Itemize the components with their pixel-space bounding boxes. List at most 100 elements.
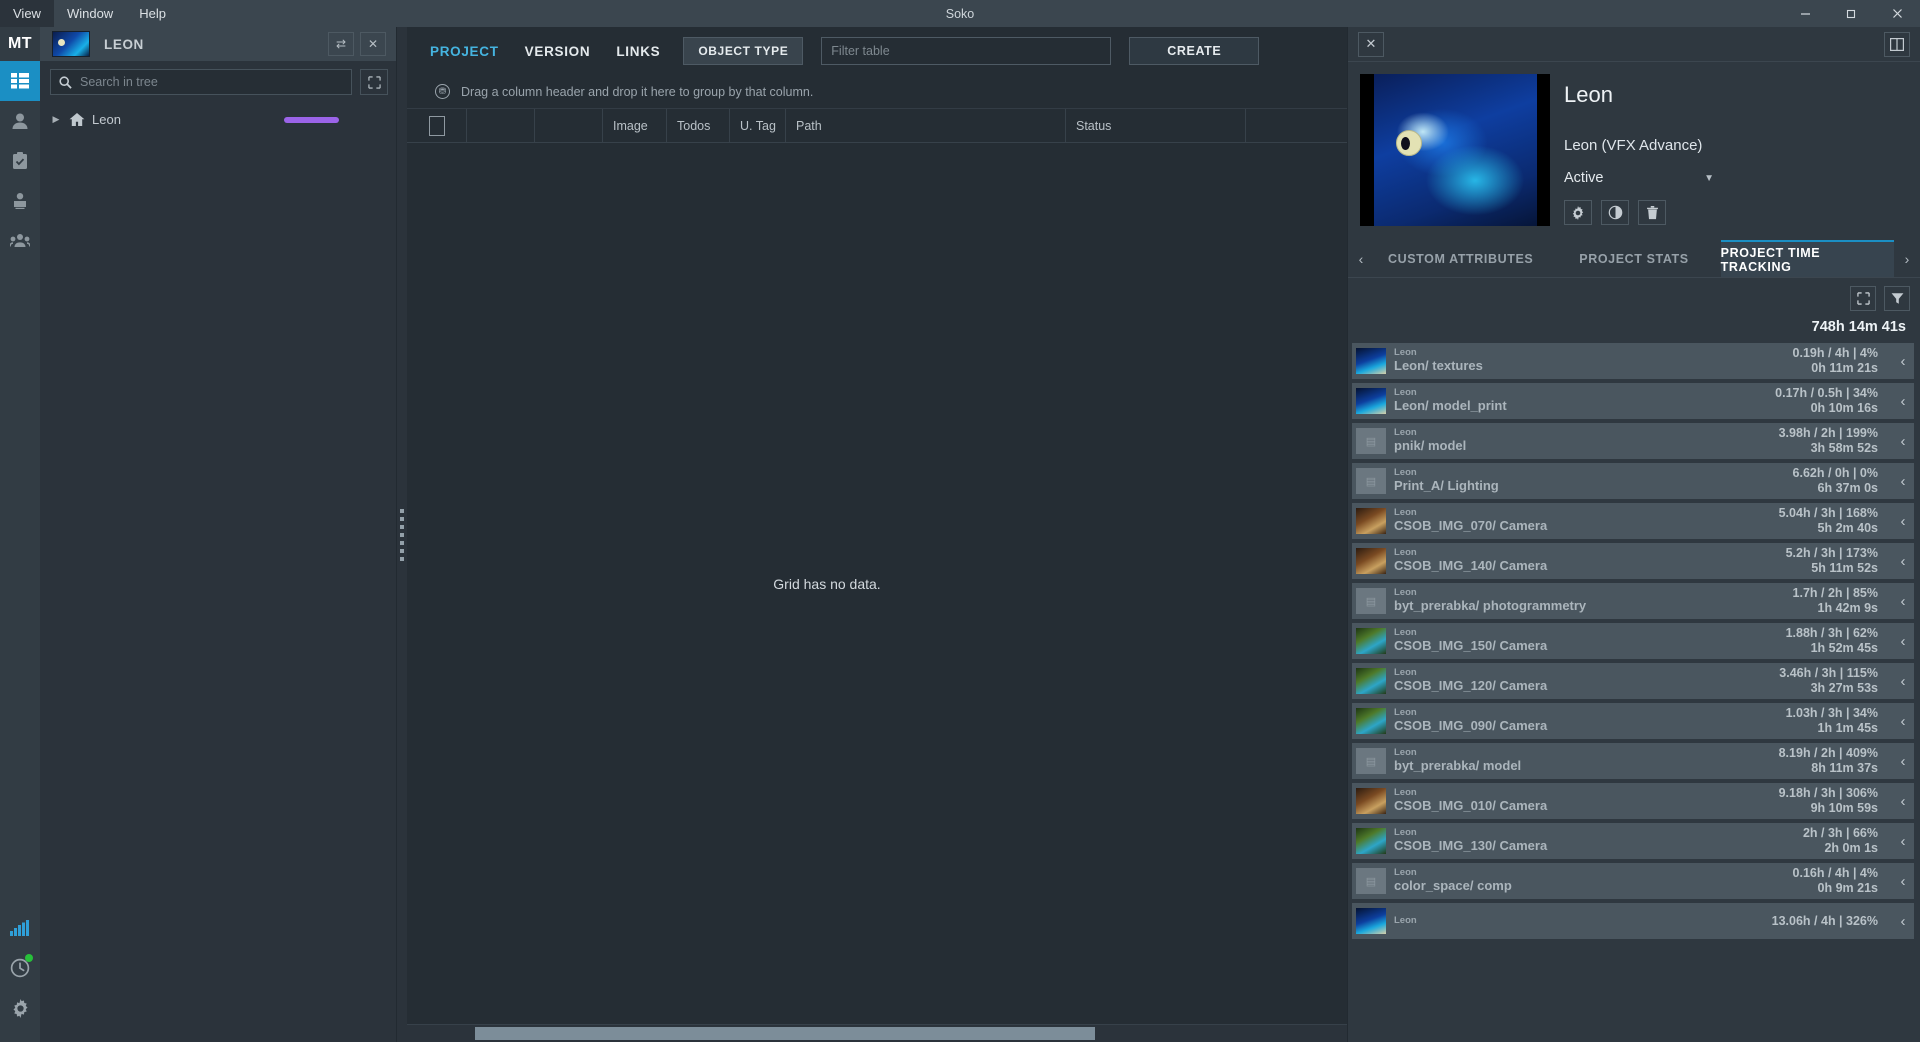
time-tracking-row[interactable]: LeonLeon/ textures0.19h / 4h | 4%0h 11m … bbox=[1352, 343, 1914, 379]
tab-project[interactable]: PROJECT bbox=[417, 44, 512, 59]
filter-table-input[interactable] bbox=[821, 37, 1111, 65]
sidebar-item-user[interactable] bbox=[0, 101, 40, 141]
row-thumbnail: ▤ bbox=[1356, 588, 1386, 614]
time-tracking-row[interactable]: LeonCSOB_IMG_090/ Camera1.03h / 3h | 34%… bbox=[1352, 703, 1914, 739]
close-project-button[interactable]: ✕ bbox=[360, 32, 386, 56]
row-expand-chevron-icon[interactable]: ‹ bbox=[1892, 473, 1914, 490]
row-time-summary: 8.19h / 2h | 409% bbox=[1779, 746, 1878, 761]
column-utag[interactable]: U. Tag bbox=[730, 109, 786, 142]
sidebar-item-time-tracker[interactable] bbox=[0, 948, 40, 988]
row-expand-chevron-icon[interactable]: ‹ bbox=[1892, 913, 1914, 930]
menu-view[interactable]: View bbox=[0, 0, 54, 27]
row-labels: LeonCSOB_IMG_130/ Camera bbox=[1394, 828, 1795, 854]
row-task-path: CSOB_IMG_150/ Camera bbox=[1394, 639, 1778, 654]
column-status[interactable]: Status bbox=[1066, 109, 1246, 142]
time-tracking-row[interactable]: LeonCSOB_IMG_010/ Camera9.18h / 3h | 306… bbox=[1352, 783, 1914, 819]
tab-links[interactable]: LINKS bbox=[603, 44, 673, 59]
row-expand-chevron-icon[interactable]: ‹ bbox=[1892, 433, 1914, 450]
time-tracking-row[interactable]: LeonLeon/ model_print0.17h / 0.5h | 34%0… bbox=[1352, 383, 1914, 419]
time-tracking-row[interactable]: ▤Leoncolor_space/ comp0.16h / 4h | 4%0h … bbox=[1352, 863, 1914, 899]
column-todos[interactable]: Todos bbox=[667, 109, 730, 142]
row-expand-chevron-icon[interactable]: ‹ bbox=[1892, 673, 1914, 690]
row-thumbnail bbox=[1356, 508, 1386, 534]
row-expand-chevron-icon[interactable]: ‹ bbox=[1892, 393, 1914, 410]
search-tree-input[interactable] bbox=[80, 75, 343, 89]
time-tracking-toolbar bbox=[1348, 278, 1920, 311]
object-type-button[interactable]: OBJECT TYPE bbox=[683, 37, 803, 65]
time-tracking-list[interactable]: LeonLeon/ textures0.19h / 4h | 4%0h 11m … bbox=[1348, 343, 1920, 1042]
time-tracking-row[interactable]: LeonCSOB_IMG_150/ Camera1.88h / 3h | 62%… bbox=[1352, 623, 1914, 659]
row-project-name: Leon bbox=[1394, 708, 1778, 719]
row-expand-chevron-icon[interactable]: ‹ bbox=[1892, 793, 1914, 810]
time-tracking-row[interactable]: LeonCSOB_IMG_070/ Camera5.04h / 3h | 168… bbox=[1352, 503, 1914, 539]
row-values: 1.03h / 3h | 34%1h 1m 45s bbox=[1786, 706, 1884, 736]
row-values: 1.88h / 3h | 62%1h 52m 45s bbox=[1786, 626, 1884, 656]
panel-splitter[interactable] bbox=[397, 27, 407, 1042]
maximize-icon[interactable] bbox=[1828, 0, 1874, 27]
column-path[interactable]: Path bbox=[786, 109, 1066, 142]
collapse-tree-button[interactable] bbox=[360, 69, 388, 95]
tab-version[interactable]: VERSION bbox=[512, 44, 604, 59]
time-tracking-row[interactable]: ▤Leonbyt_prerabka/ model8.19h / 2h | 409… bbox=[1352, 743, 1914, 779]
select-all-checkbox[interactable] bbox=[429, 116, 445, 136]
row-values: 3.46h / 3h | 115%3h 27m 53s bbox=[1779, 666, 1884, 696]
contrast-icon[interactable] bbox=[1601, 200, 1629, 225]
row-expand-chevron-icon[interactable]: ‹ bbox=[1892, 873, 1914, 890]
toggle-layout-button[interactable] bbox=[1884, 32, 1910, 57]
row-expand-chevron-icon[interactable]: ‹ bbox=[1892, 513, 1914, 530]
filter-button[interactable] bbox=[1884, 286, 1910, 311]
entity-status-select[interactable]: Active ▼ bbox=[1564, 170, 1714, 186]
tree-node-leon[interactable]: ▶ Leon bbox=[40, 107, 396, 132]
row-expand-chevron-icon[interactable]: ‹ bbox=[1892, 553, 1914, 570]
time-tracking-row[interactable]: ▤Leonbyt_prerabka/ photogrammetry1.7h / … bbox=[1352, 583, 1914, 619]
create-button[interactable]: CREATE bbox=[1129, 37, 1259, 65]
trash-icon[interactable] bbox=[1638, 200, 1666, 225]
row-expand-chevron-icon[interactable]: ‹ bbox=[1892, 753, 1914, 770]
row-expand-chevron-icon[interactable]: ‹ bbox=[1892, 713, 1914, 730]
column-image[interactable]: Image bbox=[603, 109, 667, 142]
time-tracking-row[interactable]: LeonCSOB_IMG_120/ Camera3.46h / 3h | 115… bbox=[1352, 663, 1914, 699]
time-tracking-row[interactable]: LeonCSOB_IMG_140/ Camera5.2h / 3h | 173%… bbox=[1352, 543, 1914, 579]
sidebar-item-tasks[interactable] bbox=[0, 141, 40, 181]
sidebar-item-person-badge[interactable] bbox=[0, 181, 40, 221]
column-select-all[interactable] bbox=[407, 109, 467, 142]
close-icon[interactable] bbox=[1874, 0, 1920, 27]
row-expand-chevron-icon[interactable]: ‹ bbox=[1892, 633, 1914, 650]
expand-all-button[interactable] bbox=[1850, 286, 1876, 311]
minimize-icon[interactable] bbox=[1782, 0, 1828, 27]
time-tracking-row[interactable]: LeonCSOB_IMG_130/ Camera2h / 3h | 66%2h … bbox=[1352, 823, 1914, 859]
switch-project-button[interactable]: ⇄ bbox=[328, 32, 354, 56]
close-detail-button[interactable]: ✕ bbox=[1358, 32, 1384, 57]
time-tracking-row[interactable]: Leon13.06h / 4h | 326%‹ bbox=[1352, 903, 1914, 939]
chevron-right-icon[interactable]: ▶ bbox=[50, 114, 62, 125]
clipboard-check-icon bbox=[12, 152, 28, 170]
settings-gear-icon[interactable] bbox=[1564, 200, 1592, 225]
row-duration: 1h 42m 9s bbox=[1793, 601, 1878, 616]
row-expand-chevron-icon[interactable]: ‹ bbox=[1892, 593, 1914, 610]
online-status-dot bbox=[25, 954, 33, 962]
grid-horizontal-scrollbar[interactable] bbox=[407, 1024, 1347, 1042]
tab-project-time-tracking[interactable]: PROJECT TIME TRACKING bbox=[1721, 240, 1894, 277]
entity-meta: Leon Leon (VFX Advance) Active ▼ bbox=[1564, 74, 1920, 226]
row-duration: 0h 11m 21s bbox=[1793, 361, 1878, 376]
time-tracking-row[interactable]: ▤LeonPrint_A/ Lighting6.62h / 0h | 0%6h … bbox=[1352, 463, 1914, 499]
menu-help[interactable]: Help bbox=[126, 0, 179, 27]
tab-custom-attributes[interactable]: CUSTOM ATTRIBUTES bbox=[1374, 240, 1547, 277]
scrollbar-thumb[interactable] bbox=[475, 1027, 1095, 1040]
sidebar-item-statistics[interactable] bbox=[0, 908, 40, 948]
time-tracking-row[interactable]: ▤Leonpnik/ model3.98h / 2h | 199%3h 58m … bbox=[1352, 423, 1914, 459]
group-by-dropzone[interactable]: ⛃ Drag a column header and drop it here … bbox=[407, 75, 1347, 109]
row-expand-chevron-icon[interactable]: ‹ bbox=[1892, 353, 1914, 370]
row-values: 0.19h / 4h | 4%0h 11m 21s bbox=[1793, 346, 1884, 376]
sidebar-item-group[interactable] bbox=[0, 221, 40, 261]
row-values: 0.16h / 4h | 4%0h 9m 21s bbox=[1793, 866, 1884, 896]
row-duration: 1h 1m 45s bbox=[1786, 721, 1878, 736]
tabs-scroll-right-icon[interactable]: › bbox=[1894, 240, 1920, 277]
tab-project-stats[interactable]: PROJECT STATS bbox=[1547, 240, 1720, 277]
menu-window[interactable]: Window bbox=[54, 0, 126, 27]
row-expand-chevron-icon[interactable]: ‹ bbox=[1892, 833, 1914, 850]
search-tree-box[interactable] bbox=[50, 69, 352, 95]
sidebar-item-settings[interactable] bbox=[0, 988, 40, 1028]
sidebar-item-grid[interactable] bbox=[0, 61, 40, 101]
tabs-scroll-left-icon[interactable]: ‹ bbox=[1348, 240, 1374, 277]
